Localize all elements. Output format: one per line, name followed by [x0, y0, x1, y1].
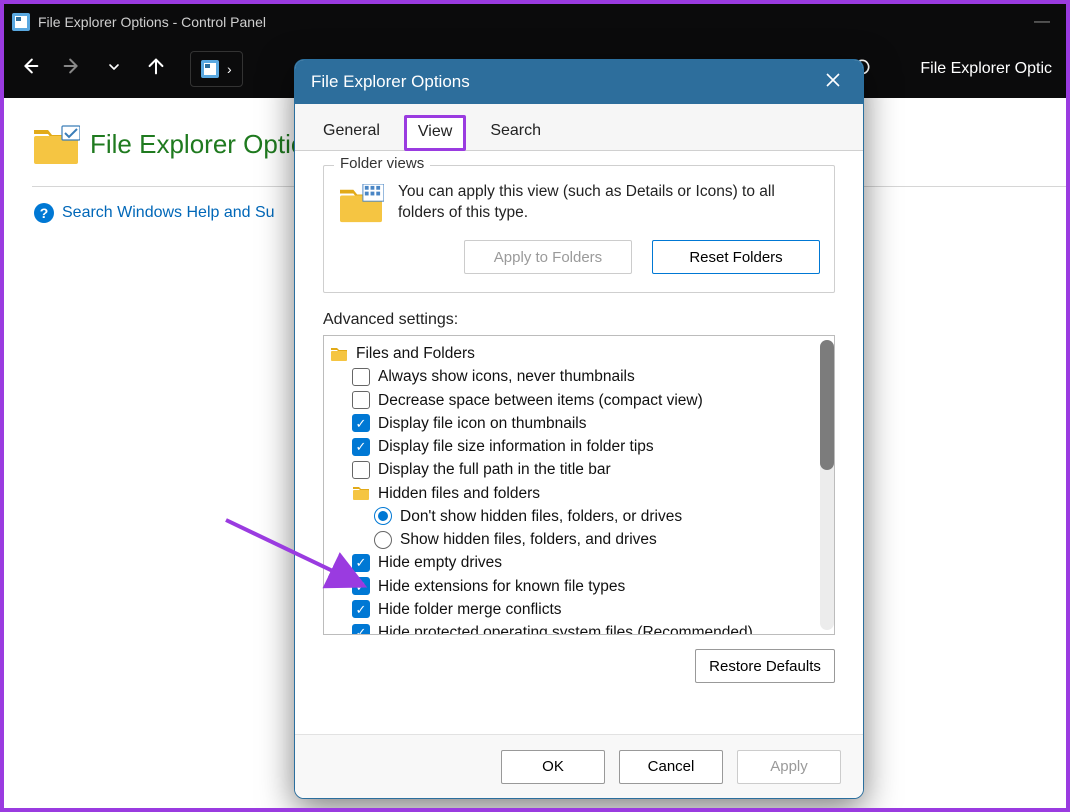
app-icon [12, 13, 30, 31]
close-button[interactable] [819, 68, 847, 97]
adv-item-label: Show hidden files, folders, and drives [400, 528, 657, 551]
dialog-titlebar: File Explorer Options [295, 60, 863, 104]
adv-item-label: Display file size information in folder … [378, 435, 654, 458]
adv-item[interactable]: Display file icon on thumbnails [330, 412, 816, 435]
adv-item[interactable]: Hide protected operating system files (R… [330, 621, 816, 635]
group-label: Folder views [334, 155, 430, 172]
checkbox[interactable] [352, 438, 370, 456]
apply-to-folders-button[interactable]: Apply to Folders [464, 240, 632, 274]
checkbox[interactable] [352, 577, 370, 595]
checkbox[interactable] [352, 624, 370, 635]
folder-views-group: Folder views You can apply this view (su… [323, 165, 835, 293]
adv-item-label: Hide empty drives [378, 551, 502, 574]
tab-search[interactable]: Search [476, 114, 555, 150]
help-link[interactable]: Search Windows Help and Su [62, 204, 275, 222]
folder-icon [330, 346, 348, 362]
folder-icon [352, 485, 370, 501]
recent-locations-button[interactable] [102, 58, 126, 81]
adv-item[interactable]: Hidden files and folders [330, 482, 816, 505]
adv-item[interactable]: Decrease space between items (compact vi… [330, 389, 816, 412]
folder-views-icon [338, 184, 384, 226]
tab-general[interactable]: General [309, 114, 394, 150]
ok-button[interactable]: OK [501, 750, 605, 784]
minimize-button[interactable]: — [1026, 13, 1058, 31]
breadcrumb-arrow-icon[interactable]: › [227, 61, 232, 77]
checkbox[interactable] [352, 391, 370, 409]
adv-item-label: Always show icons, never thumbnails [378, 365, 635, 388]
restore-defaults-button[interactable]: Restore Defaults [695, 649, 835, 683]
adv-item[interactable]: Hide folder merge conflicts [330, 598, 816, 621]
adv-item[interactable]: Hide empty drives [330, 551, 816, 574]
forward-button[interactable] [60, 55, 84, 83]
adv-item-label: Hide protected operating system files (R… [378, 621, 753, 635]
adv-item-label: Hide folder merge conflicts [378, 598, 562, 621]
up-button[interactable] [144, 55, 168, 83]
dialog-footer: OK Cancel Apply [295, 734, 863, 798]
file-explorer-options-dialog: File Explorer Options General View Searc… [294, 59, 864, 799]
dialog-tabs: General View Search [295, 104, 863, 151]
adv-item[interactable]: Hide extensions for known file types [330, 575, 816, 598]
folder-views-desc: You can apply this view (such as Details… [398, 182, 820, 226]
radio[interactable] [374, 531, 392, 549]
back-button[interactable] [18, 55, 42, 83]
folder-options-icon [32, 124, 76, 164]
page-title: File Explorer Optio [90, 129, 305, 160]
adv-item[interactable]: Show hidden files, folders, and drives [330, 528, 816, 551]
adv-item-label: Display the full path in the title bar [378, 458, 611, 481]
window-title: File Explorer Options - Control Panel [38, 14, 266, 30]
location-icon [201, 60, 219, 78]
window: File Explorer Options - Control Panel — … [4, 4, 1066, 808]
reset-folders-button[interactable]: Reset Folders [652, 240, 820, 274]
checkbox[interactable] [352, 554, 370, 572]
scrollbar-thumb[interactable] [820, 340, 834, 470]
adv-header-label: Files and Folders [356, 342, 475, 365]
help-icon: ? [34, 203, 54, 223]
checkbox[interactable] [352, 414, 370, 432]
cancel-button[interactable]: Cancel [619, 750, 723, 784]
adv-header: Files and Folders [330, 342, 816, 365]
checkbox[interactable] [352, 600, 370, 618]
dialog-body: Folder views You can apply this view (su… [295, 151, 863, 734]
adv-item-label: Decrease space between items (compact vi… [378, 389, 703, 412]
adv-item-label: Hidden files and folders [378, 482, 540, 505]
radio[interactable] [374, 507, 392, 525]
advanced-settings-list[interactable]: Files and FoldersAlways show icons, neve… [323, 335, 835, 635]
checkbox[interactable] [352, 368, 370, 386]
checkbox[interactable] [352, 461, 370, 479]
adv-item[interactable]: Display the full path in the title bar [330, 458, 816, 481]
adv-item[interactable]: Display file size information in folder … [330, 435, 816, 458]
search-box[interactable]: File Explorer Optic [920, 60, 1052, 78]
adv-item-label: Don't show hidden files, folders, or dri… [400, 505, 682, 528]
adv-item-label: Display file icon on thumbnails [378, 412, 587, 435]
adv-item-label: Hide extensions for known file types [378, 575, 625, 598]
titlebar: File Explorer Options - Control Panel — [4, 4, 1066, 40]
address-bar[interactable]: › [190, 51, 243, 87]
dialog-title: File Explorer Options [311, 72, 470, 92]
adv-item[interactable]: Don't show hidden files, folders, or dri… [330, 505, 816, 528]
advanced-settings-label: Advanced settings: [323, 311, 835, 329]
tab-view[interactable]: View [404, 115, 466, 151]
apply-button[interactable]: Apply [737, 750, 841, 784]
adv-item[interactable]: Always show icons, never thumbnails [330, 365, 816, 388]
